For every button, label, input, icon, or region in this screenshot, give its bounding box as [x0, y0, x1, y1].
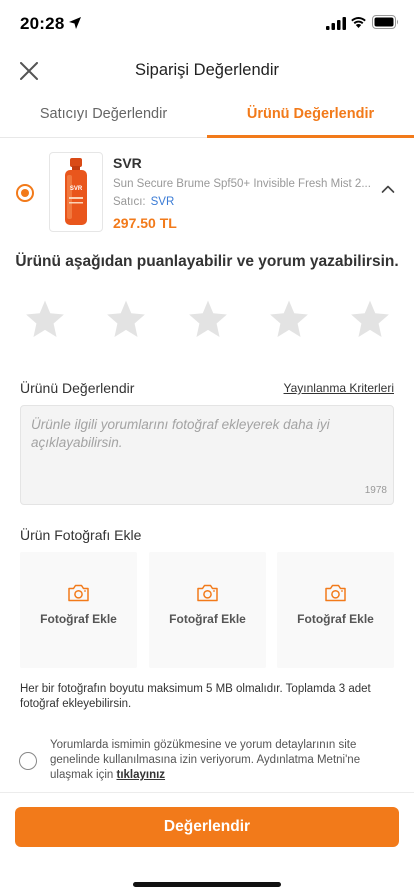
tab-bar: Satıcıyı Değerlendir Ürünü Değerlendir [0, 94, 414, 138]
consent-option[interactable]: Yorumlarda ismimin gözükmesine ve yorum … [0, 738, 414, 784]
page-title: Siparişi Değerlendir [135, 61, 279, 79]
product-card[interactable]: SVR SVR Sun Secure Brume Spf50+ Invisibl… [0, 150, 414, 236]
status-time: 20:28 [20, 14, 65, 33]
star-5-icon[interactable] [349, 298, 391, 340]
status-bar: 20:28 [0, 0, 414, 48]
star-3-icon[interactable] [187, 298, 229, 340]
product-price: 297.50 TL [113, 215, 177, 231]
add-photo-label: Fotoğraf Ekle [40, 612, 117, 626]
location-arrow-icon [69, 17, 81, 29]
divider [0, 792, 414, 793]
consent-text: Yorumlarda ismimin gözükmesine ve yorum … [50, 739, 361, 781]
consent-link[interactable]: tıklayınız [116, 769, 165, 781]
product-seller: Satıcı: SVR [113, 196, 174, 208]
seller-label: Satıcı: [113, 196, 146, 208]
tab-rate-product[interactable]: Ürünü Değerlendir [207, 94, 414, 138]
add-photo-button-1[interactable]: Fotoğraf Ekle [20, 552, 137, 668]
camera-icon [325, 584, 346, 602]
product-name: Sun Secure Brume Spf50+ Invisible Fresh … [113, 178, 371, 190]
char-count: 1978 [364, 485, 387, 496]
battery-icon [372, 15, 398, 29]
tab-rate-seller[interactable]: Satıcıyı Değerlendir [0, 94, 207, 138]
consent-radio[interactable] [19, 752, 37, 770]
product-image-label: SVR [70, 186, 83, 192]
cellular-signal-icon [326, 17, 346, 30]
seller-name-link[interactable]: SVR [151, 196, 175, 208]
chevron-up-icon[interactable] [381, 184, 395, 194]
product-radio-selected[interactable] [16, 184, 34, 202]
spray-bottle-image: SVR [65, 158, 87, 225]
star-rating [24, 298, 394, 342]
home-indicator [133, 882, 281, 887]
consent-text-block: Yorumlarda ismimin gözükmesine ve yorum … [50, 738, 390, 783]
review-placeholder: Ürünle ilgili yorumlarını fotoğraf ekley… [31, 417, 330, 450]
navigation-bar: Siparişi Değerlendir [0, 48, 414, 94]
photo-section-label: Ürün Fotoğrafı Ekle [20, 527, 142, 543]
add-photo-label: Fotoğraf Ekle [297, 612, 374, 626]
add-photo-label: Fotoğraf Ekle [169, 612, 246, 626]
review-textarea[interactable]: Ürünle ilgili yorumlarını fotoğraf ekley… [20, 405, 394, 505]
submit-button[interactable]: Değerlendir [15, 807, 399, 847]
add-photo-button-3[interactable]: Fotoğraf Ekle [277, 552, 394, 668]
product-image: SVR [49, 152, 103, 232]
review-section-label: Ürünü Değerlendir [20, 380, 135, 396]
product-brand: SVR [113, 155, 142, 171]
camera-icon [68, 584, 89, 602]
camera-icon [197, 584, 218, 602]
publishing-criteria-link[interactable]: Yayınlanma Kriterleri [284, 381, 394, 395]
rating-prompt: Ürünü aşağıdan puanlayabilir ve yorum ya… [15, 253, 399, 270]
star-1-icon[interactable] [24, 298, 66, 340]
wifi-icon [351, 17, 366, 28]
star-4-icon[interactable] [268, 298, 310, 340]
add-photo-button-2[interactable]: Fotoğraf Ekle [149, 552, 266, 668]
star-2-icon[interactable] [105, 298, 147, 340]
photo-size-info: Her bir fotoğrafın boyutu maksimum 5 MB … [20, 683, 371, 710]
